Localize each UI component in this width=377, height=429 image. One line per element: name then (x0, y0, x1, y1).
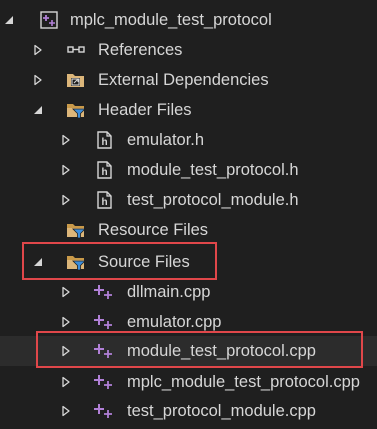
file-label: emulator.h (127, 131, 205, 149)
cpp-file-icon (94, 283, 114, 301)
file-label: test_protocol_module.cpp (127, 402, 316, 420)
collapsed-arrow-icon[interactable] (60, 316, 72, 328)
tree-item-module-test-protocol-h[interactable]: module_test_protocol.h (0, 155, 377, 185)
tree-item-test-protocol-module-h[interactable]: test_protocol_module.h (0, 185, 377, 215)
expanded-arrow-icon[interactable] (3, 14, 15, 26)
external-dependencies-label: External Dependencies (98, 71, 269, 89)
tree-item-external-dependencies[interactable]: External Dependencies (0, 65, 377, 95)
filter-folder-icon (66, 101, 86, 119)
collapsed-arrow-icon[interactable] (60, 286, 72, 298)
header-file-icon (94, 161, 114, 179)
tree-item-project[interactable]: mplc_module_test_protocol (0, 5, 377, 35)
collapsed-arrow-icon[interactable] (60, 164, 72, 176)
cpp-file-icon (94, 402, 114, 420)
collapsed-arrow-icon[interactable] (32, 44, 44, 56)
header-file-icon (94, 191, 114, 209)
tree-item-resource-files[interactable]: Resource Files (0, 215, 377, 245)
tree-item-emulator-h[interactable]: emulator.h (0, 125, 377, 155)
header-files-label: Header Files (98, 101, 192, 119)
collapsed-arrow-icon[interactable] (32, 74, 44, 86)
expanded-arrow-icon[interactable] (32, 104, 44, 116)
references-label: References (98, 41, 183, 59)
tree-item-header-files[interactable]: Header Files (0, 95, 377, 125)
cpp-file-icon (94, 373, 114, 391)
file-label: dllmain.cpp (127, 283, 211, 301)
collapsed-arrow-icon[interactable] (60, 194, 72, 206)
cpp-project-icon (39, 11, 59, 29)
file-label: test_protocol_module.h (127, 191, 299, 209)
solution-explorer-tree: mplc_module_test_protocol References Ext… (0, 0, 377, 429)
highlight-box-source-files (22, 242, 217, 280)
file-label: module_test_protocol.h (127, 161, 299, 179)
resource-files-label: Resource Files (98, 221, 209, 239)
file-label: emulator.cpp (127, 313, 222, 331)
collapsed-arrow-icon[interactable] (60, 134, 72, 146)
references-icon (66, 41, 86, 59)
external-dependencies-icon (66, 71, 86, 89)
collapsed-arrow-icon[interactable] (60, 405, 72, 417)
tree-item-references[interactable]: References (0, 35, 377, 65)
project-label: mplc_module_test_protocol (70, 11, 272, 29)
tree-item-dllmain-cpp[interactable]: dllmain.cpp (0, 277, 377, 307)
collapsed-arrow-icon[interactable] (60, 376, 72, 388)
highlight-box-module-test-protocol-cpp (36, 331, 363, 368)
tree-item-mplc-module-test-protocol-cpp[interactable]: mplc_module_test_protocol.cpp (0, 367, 377, 397)
cpp-file-icon (94, 313, 114, 331)
filter-folder-icon (66, 221, 86, 239)
header-file-icon (94, 131, 114, 149)
tree-item-test-protocol-module-cpp[interactable]: test_protocol_module.cpp (0, 396, 377, 426)
file-label: mplc_module_test_protocol.cpp (127, 373, 360, 391)
